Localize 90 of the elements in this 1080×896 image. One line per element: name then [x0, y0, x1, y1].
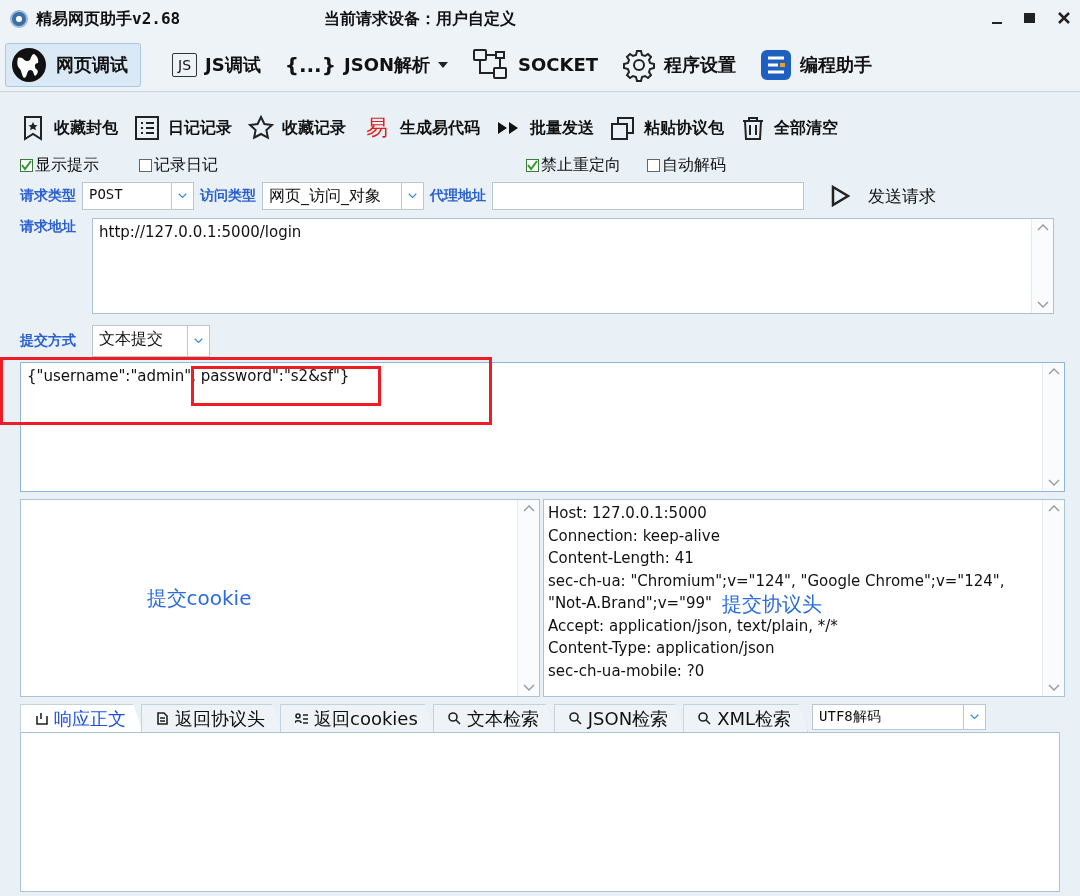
field-label: 访问类型	[200, 187, 256, 205]
braces-icon: {...}	[284, 52, 336, 77]
scroll-down-icon	[1047, 479, 1060, 487]
main-tab[interactable]: 程序设置	[617, 42, 749, 87]
access-type-select[interactable]: 网页_访问_对象	[262, 182, 424, 210]
header-line: Accept: application/json, text/plain, */*	[548, 615, 838, 637]
star-icon	[248, 115, 274, 141]
response-tab[interactable]: XML检索	[683, 704, 809, 732]
header-line: Content-Length: 41	[548, 548, 694, 569]
scroll-up-icon	[522, 504, 535, 512]
gear-icon	[622, 47, 656, 82]
copy-icon	[610, 115, 636, 141]
url-text: http://127.0.0.1:5000/login	[98, 222, 303, 243]
checkbox-option[interactable]: 禁止重定向	[526, 154, 621, 176]
toolbar-button[interactable]: 批量发送	[496, 115, 600, 141]
editor-icon	[760, 48, 792, 81]
response-tab[interactable]: JSON检索	[553, 704, 686, 732]
scroll-down-icon	[522, 684, 535, 692]
search-icon	[698, 711, 713, 726]
scroll-up-icon	[1047, 367, 1060, 375]
toolbar-button[interactable]: 粘贴协议包	[610, 115, 730, 141]
cookie-field[interactable]: 提交cookie	[20, 499, 540, 697]
maximize-icon	[1024, 11, 1036, 24]
method-select[interactable]: POST	[82, 182, 194, 210]
chevron-down-icon	[970, 713, 980, 721]
header-line: Host: 127.0.0.1:5000	[548, 503, 707, 524]
header-line: sec-ch-ua-mobile: ?0	[548, 660, 705, 682]
headers-field[interactable]	[543, 499, 1065, 697]
network-icon	[472, 47, 510, 82]
send-button[interactable]: 发送请求	[824, 183, 942, 209]
device-label: 当前请求设备：用户自定义	[324, 8, 517, 30]
checkbox[interactable]	[647, 158, 660, 172]
main-tab[interactable]: {...} JSON解析	[279, 42, 461, 87]
toolbar-button[interactable]: 收藏封包	[20, 115, 124, 141]
header-line: Connection: keep-alive	[548, 525, 720, 547]
checkbox[interactable]	[526, 158, 539, 172]
chevron-down-icon	[178, 192, 187, 200]
header-line: Content-Type: application/json	[548, 638, 775, 659]
response-tab[interactable]: 返回协议头	[141, 704, 282, 732]
response-tab[interactable]: 响应正文	[20, 704, 143, 732]
user-list-icon	[295, 711, 309, 726]
main-tab[interactable]: 编程助手	[755, 42, 885, 87]
headers-placeholder: 提交协议头	[722, 592, 822, 616]
header-line: sec-ch-ua: "Chromium";v="124", "Google Chrome";v="124",	[548, 570, 1005, 592]
field-label: 代理地址	[430, 187, 486, 205]
checkbox-option[interactable]: 记录日记	[139, 154, 218, 176]
main-tab[interactable]: SOCKET	[467, 42, 611, 87]
checkbox-option[interactable]: 自动解码	[647, 154, 726, 176]
search-icon	[568, 711, 583, 726]
scroll-down-icon	[1036, 301, 1049, 309]
chevron-down-icon	[194, 337, 203, 345]
close-icon	[1058, 11, 1070, 24]
response-tab[interactable]: 返回cookies	[280, 704, 435, 732]
main-tab[interactable]: 网页调试	[5, 42, 141, 87]
list-icon	[134, 115, 160, 141]
scrollbar[interactable]	[1042, 500, 1064, 696]
js-icon: JS	[172, 52, 197, 77]
main-tab[interactable]: JS JS调试	[167, 42, 274, 87]
header-line: "Not-A.Brand";v="99"	[548, 593, 712, 614]
scrollbar[interactable]	[1031, 219, 1053, 313]
checkbox[interactable]	[20, 158, 33, 172]
toolbar-button[interactable]: 易 生成易代码	[362, 113, 486, 143]
scroll-down-icon	[1047, 684, 1060, 692]
field-label: 请求地址	[20, 218, 76, 236]
proxy-field[interactable]	[492, 182, 804, 210]
checkbox-option[interactable]: 显示提示	[20, 154, 99, 176]
search-icon	[447, 711, 462, 726]
scroll-up-icon	[1047, 504, 1060, 512]
cookie-placeholder: 提交cookie	[146, 584, 252, 612]
trash-icon	[740, 115, 766, 141]
document-icon	[156, 711, 170, 726]
response-tab[interactable]: 文本检索	[432, 704, 556, 732]
field-label: 请求类型	[20, 187, 76, 205]
chevron-down-icon	[408, 192, 417, 200]
submit-mode-select[interactable]: 文本提交	[92, 325, 210, 357]
encoding-select[interactable]: UTF8解码	[812, 704, 987, 730]
toolbar-button[interactable]: 日记记录	[134, 115, 238, 141]
field-label: 提交方式	[20, 332, 76, 350]
toolbar-button[interactable]: 收藏记录	[248, 115, 352, 141]
minimize-icon	[992, 21, 1002, 24]
scrollbar[interactable]	[1042, 363, 1064, 491]
toolbar-button[interactable]: 全部清空	[740, 115, 844, 141]
window-title: 精易网页助手v2.68	[36, 8, 182, 30]
play-icon	[830, 185, 850, 207]
yi-icon: 易	[362, 113, 392, 143]
app-icon	[10, 10, 28, 28]
scrollbar[interactable]	[517, 500, 539, 696]
checkbox[interactable]	[139, 158, 152, 172]
scroll-up-icon	[1036, 223, 1049, 231]
url-field[interactable]: http://127.0.0.1:5000/login	[92, 218, 1054, 314]
